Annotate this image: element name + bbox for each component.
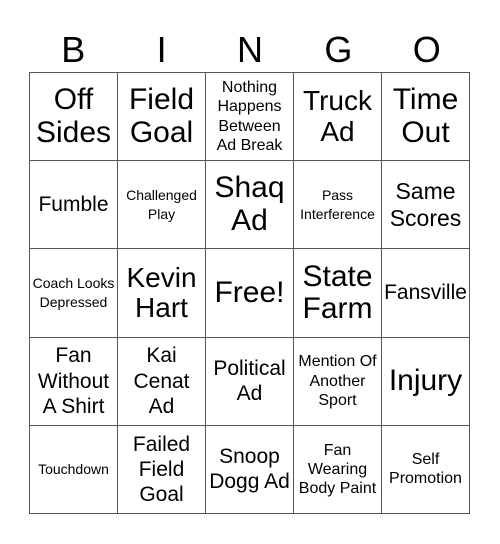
bingo-cell[interactable]: Fan Without A Shirt (30, 337, 118, 426)
cell-label: Fumble (38, 193, 109, 217)
cell-label: Time Out (392, 83, 459, 149)
header-letter-o: O (412, 29, 441, 70)
bingo-cell[interactable]: Off Sides (30, 73, 118, 162)
cell-label: Snoop Dogg Ad (209, 445, 290, 494)
bingo-cell[interactable]: Field Goal (118, 73, 206, 162)
cell-label: Fan Wearing Body Paint (298, 441, 377, 497)
cell-label: Political Ad (213, 357, 286, 406)
bingo-cell[interactable]: Same Scores (382, 161, 470, 250)
bingo-cell[interactable]: Self Promotion (382, 425, 470, 514)
bingo-cell[interactable]: Challenged Play (118, 161, 206, 250)
bingo-cell[interactable]: Mention Of Another Sport (294, 337, 382, 426)
bingo-cell[interactable]: Snoop Dogg Ad (206, 425, 294, 514)
cell-label: Fan Without A Shirt (37, 344, 110, 418)
bingo-cell[interactable]: Fan Wearing Body Paint (294, 425, 382, 514)
cell-label: Shaq Ad (214, 171, 285, 237)
bingo-cell[interactable]: State Farm (294, 249, 382, 338)
cell-label: Free! (214, 275, 285, 309)
cell-label: Kevin Hart (126, 261, 197, 323)
bingo-cell[interactable]: Coach Looks Depressed (30, 249, 118, 338)
cell-label: Injury (388, 364, 463, 397)
bingo-cell[interactable]: Kai Cenat Ad (118, 337, 206, 426)
header-letter-g: G (324, 29, 353, 70)
cell-label: Coach Looks Depressed (32, 275, 115, 310)
bingo-cell[interactable]: Touchdown (30, 425, 118, 514)
bingo-cell[interactable]: Kevin Hart (118, 249, 206, 338)
bingo-cell[interactable]: Truck Ad (294, 73, 382, 162)
cell-label: Touchdown (38, 460, 109, 477)
cell-label: Same Scores (389, 178, 462, 231)
bingo-cell[interactable]: Shaq Ad (206, 161, 294, 250)
bingo-cell[interactable]: Time Out (382, 73, 470, 162)
bingo-cell[interactable]: Fumble (30, 161, 118, 250)
cell-label: Challenged Play (126, 186, 197, 222)
bingo-cell[interactable]: Injury (382, 337, 470, 426)
header-letter-b: B (61, 29, 86, 70)
bingo-cell[interactable]: Failed Field Goal (118, 425, 206, 514)
cell-label: Failed Field Goal (132, 432, 191, 506)
cell-label: Truck Ad (303, 85, 372, 147)
cell-label: Field Goal (128, 83, 195, 149)
cell-label: Fansville (384, 281, 467, 305)
bingo-header: B I N G O (29, 28, 471, 72)
cell-label: Kai Cenat Ad (133, 344, 190, 418)
bingo-card: Off Sides Field Goal Nothing Happens Bet… (29, 72, 470, 514)
cell-label: Off Sides (35, 83, 112, 149)
bingo-cell[interactable]: Political Ad (206, 337, 294, 426)
bingo-cell[interactable]: Pass Interference (294, 161, 382, 250)
cell-label: Self Promotion (389, 451, 462, 488)
free-space[interactable]: Free! (206, 249, 294, 338)
cell-label: Mention Of Another Sport (298, 353, 377, 409)
header-letter-n: N (236, 29, 263, 70)
cell-label: State Farm (302, 259, 373, 325)
cell-label: Pass Interference (300, 186, 375, 222)
header-letter-i: I (156, 29, 167, 70)
bingo-cell[interactable]: Fansville (382, 249, 470, 338)
cell-label: Nothing Happens Between Ad Break (216, 79, 283, 154)
bingo-cell[interactable]: Nothing Happens Between Ad Break (206, 73, 294, 162)
